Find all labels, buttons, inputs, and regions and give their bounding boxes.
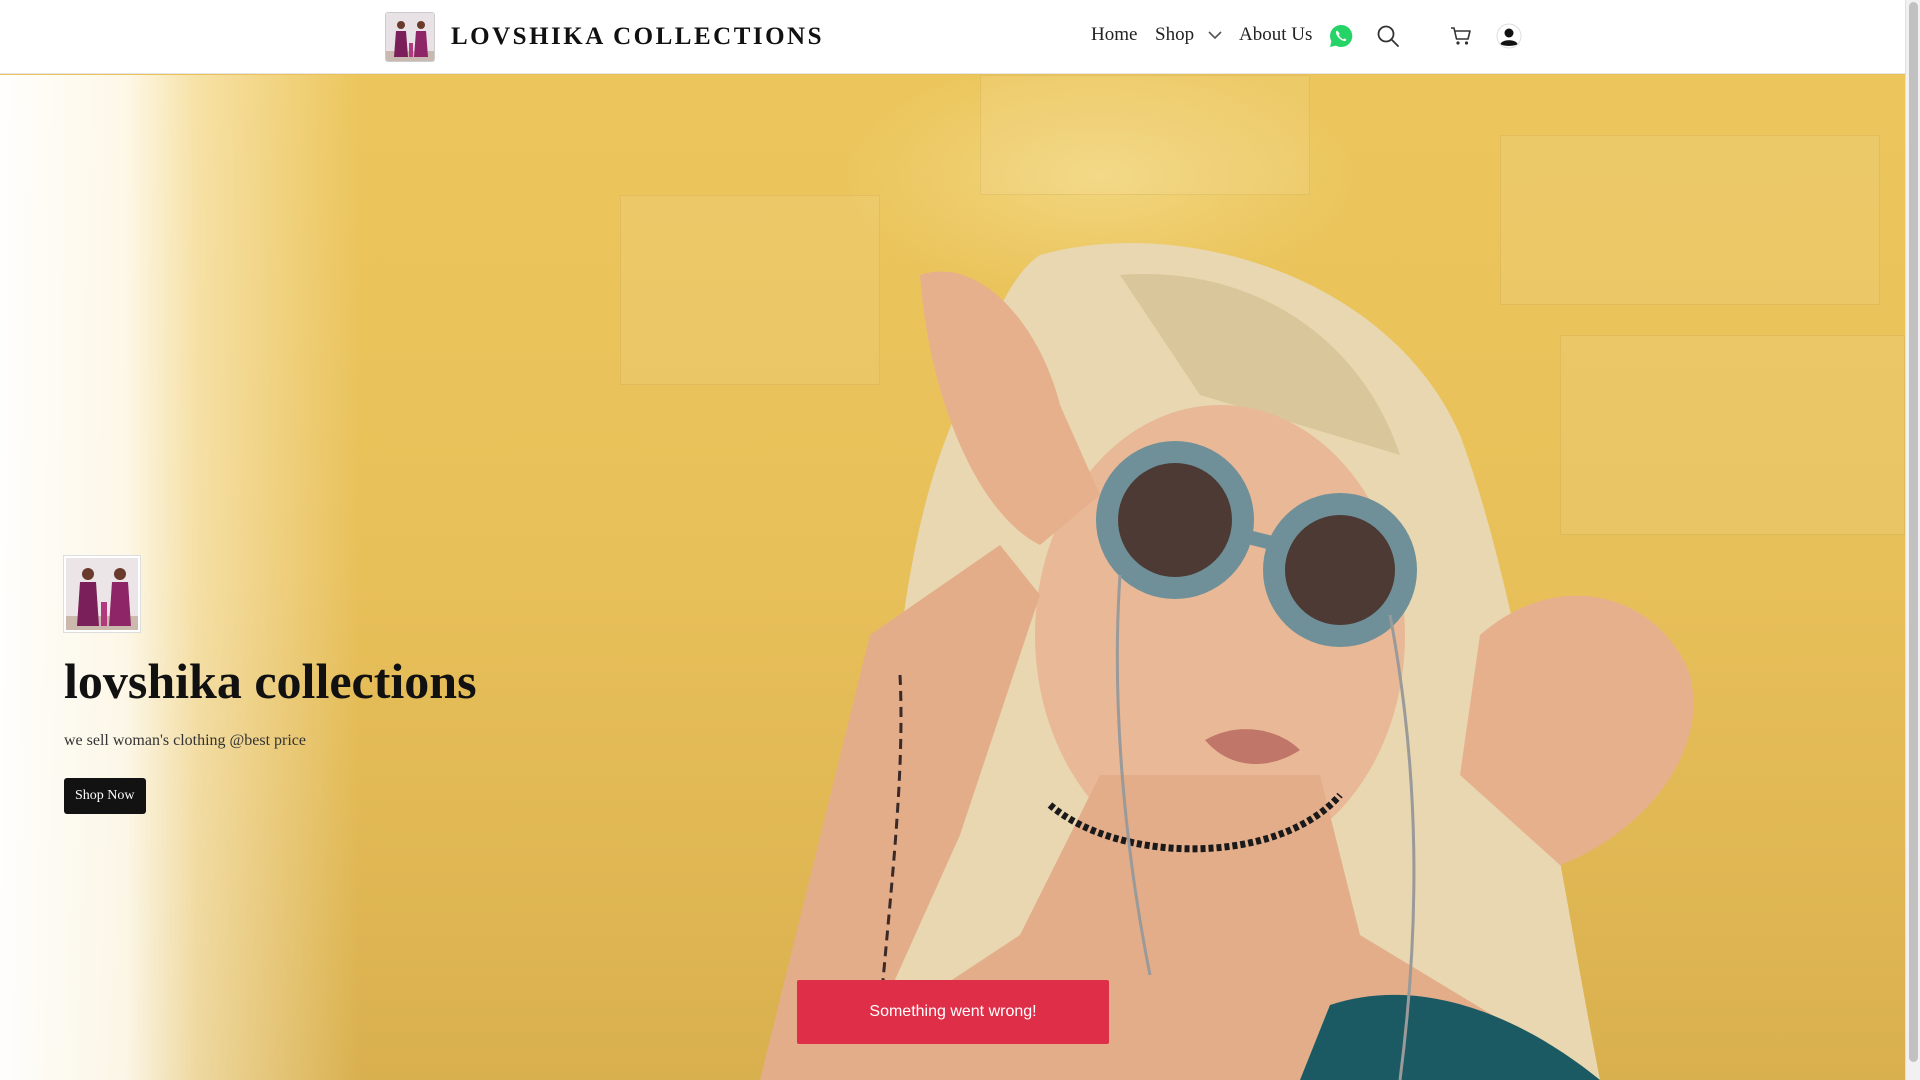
nav-about-link[interactable]: About Us xyxy=(1239,24,1312,46)
hero-content: lovshika collections we sell woman's clo… xyxy=(64,556,477,814)
brand-name[interactable]: LOVSHIKA COLLECTIONS xyxy=(451,23,824,51)
hero-title: lovshika collections xyxy=(64,653,477,709)
user-account-icon[interactable] xyxy=(1496,23,1522,49)
scrollbar-thumb[interactable] xyxy=(1909,2,1918,1062)
cart-icon[interactable] xyxy=(1448,23,1474,49)
chevron-down-icon xyxy=(1208,31,1222,40)
nav-shop-menu[interactable]: Shop xyxy=(1155,24,1222,46)
whatsapp-icon[interactable] xyxy=(1328,23,1354,49)
search-icon[interactable] xyxy=(1375,23,1401,49)
hero-subtitle: we sell woman's clothing @best price xyxy=(64,732,307,749)
site-header: LOVSHIKA COLLECTIONS Home Shop About Us xyxy=(0,0,1905,74)
hero-banner: lovshika collections we sell woman's clo… xyxy=(0,75,1905,1080)
hero-logo xyxy=(64,556,140,632)
brand[interactable]: LOVSHIKA COLLECTIONS xyxy=(385,12,824,62)
page-scrollbar[interactable] xyxy=(1905,0,1920,1080)
shop-now-button[interactable]: Shop Now xyxy=(64,778,146,814)
brand-logo[interactable] xyxy=(385,12,435,62)
error-toast-message: Something went wrong! xyxy=(869,1003,1037,1020)
nav-shop-label: Shop xyxy=(1155,24,1195,45)
error-toast[interactable]: Something went wrong! xyxy=(797,980,1109,1044)
nav-home-link[interactable]: Home xyxy=(1091,24,1137,46)
